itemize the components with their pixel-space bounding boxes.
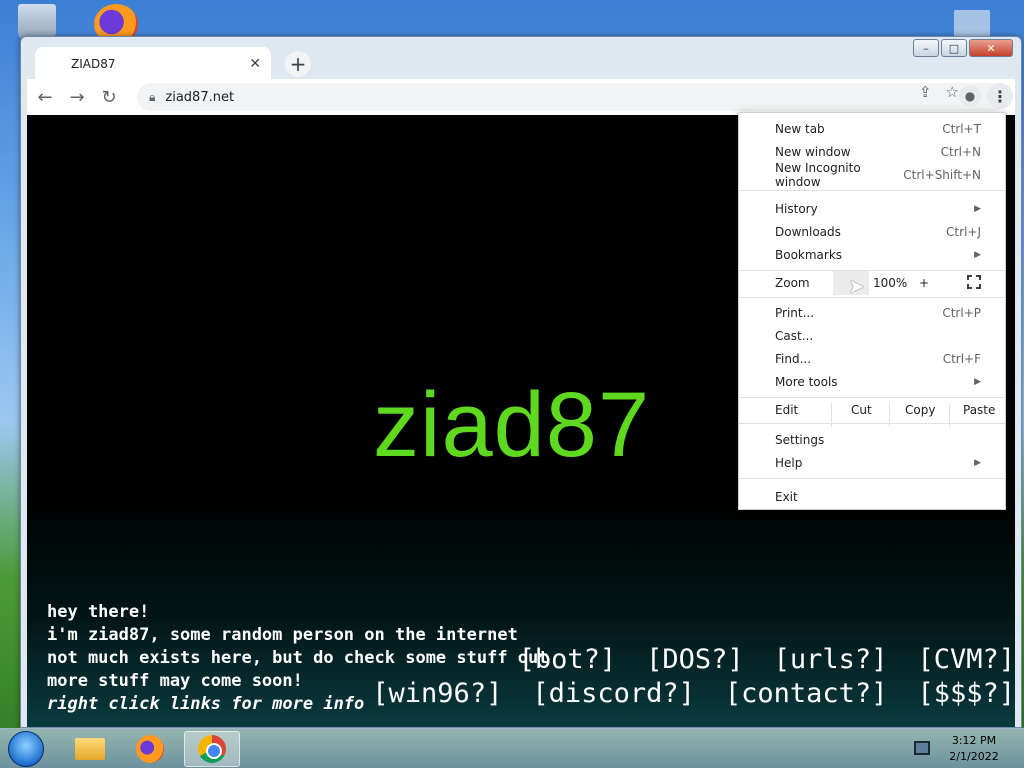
tab-ziad87[interactable]: ZIAD87 ✕ (35, 47, 271, 81)
link-urls[interactable]: [urls?] (774, 644, 888, 675)
submenu-arrow-icon: ▶ (974, 203, 981, 214)
network-icon[interactable] (914, 741, 930, 755)
omnibox-actions: ⇪ ☆ (919, 83, 959, 101)
reload-icon[interactable]: ↻ (95, 83, 123, 111)
copy-button[interactable]: Copy (905, 403, 935, 417)
menu-zoom-row: Zoom 100% + (739, 271, 1005, 295)
menu-separator (739, 397, 1005, 398)
share-icon[interactable]: ⇪ (919, 83, 932, 101)
link-contact[interactable]: [contact?] (725, 678, 888, 709)
site-logo: ziad87 (373, 374, 651, 476)
recycle-bin-icon[interactable] (18, 4, 56, 40)
minimize-button[interactable]: – (913, 39, 939, 57)
lock-icon[interactable]: 🔒︎ (149, 90, 155, 105)
menu-exit[interactable]: Exit (739, 485, 1005, 508)
menu-edit-row: Edit Cut Copy Paste (739, 399, 1005, 427)
menu-new-incognito[interactable]: New Incognito window Ctrl+Shift+N (739, 161, 1005, 189)
link-bot[interactable]: [bot?] (519, 644, 617, 675)
menu-new-tab[interactable]: New tab Ctrl+T (739, 117, 1005, 140)
intro-line: hey there! (47, 602, 150, 622)
fullscreen-icon[interactable] (966, 274, 982, 290)
link-money[interactable]: [$$$?] (917, 678, 1015, 709)
menu-print[interactable]: Print... Ctrl+P (739, 301, 1005, 324)
submenu-arrow-icon: ▶ (974, 457, 981, 468)
zoom-value: 100% (873, 276, 908, 290)
taskbar: 3:12 PM 2/1/2022 (0, 728, 1024, 768)
taskbar-chrome[interactable] (184, 731, 240, 767)
clock[interactable]: 3:12 PM 2/1/2022 (944, 733, 1004, 765)
taskbar-explorer[interactable] (62, 731, 118, 767)
menu-cast[interactable]: Cast... (739, 324, 1005, 347)
menu-separator (739, 478, 1005, 479)
link-grid: [bot?] [DOS?] [urls?] [CVM?] [win96?] [disco… (342, 643, 1015, 711)
address-bar[interactable]: 🔒︎ ziad87.net (137, 83, 1007, 111)
maximize-button[interactable]: □ (941, 39, 967, 57)
chrome-icon (198, 735, 226, 763)
menu-find[interactable]: Find... Ctrl+F (739, 347, 1005, 370)
link-discord[interactable]: [discord?] (532, 678, 695, 709)
menu-separator (739, 423, 1005, 424)
window-controls: – □ ✕ (913, 39, 1013, 57)
back-icon[interactable]: ← (31, 83, 59, 111)
menu-settings[interactable]: Settings (739, 428, 1005, 451)
close-window-button[interactable]: ✕ (969, 39, 1013, 57)
taskbar-firefox[interactable] (122, 731, 178, 767)
edit-label: Edit (775, 403, 799, 417)
zoom-in-button[interactable]: + (919, 276, 929, 290)
forward-icon[interactable]: → (63, 83, 91, 111)
link-win96[interactable]: [win96?] (372, 678, 502, 709)
start-button[interactable] (8, 731, 44, 767)
submenu-arrow-icon: ▶ (974, 249, 981, 260)
mouse-cursor-icon: ➤ (848, 274, 865, 298)
cut-button[interactable]: Cut (851, 403, 872, 417)
profile-icon[interactable]: ● (959, 85, 981, 107)
url-text[interactable]: ziad87.net (165, 90, 234, 105)
link-dos[interactable]: [DOS?] (646, 644, 744, 675)
chrome-menu-icon[interactable]: ⋮ (987, 83, 1013, 109)
chrome-menu: New tab Ctrl+T New window Ctrl+N New Incog… (738, 112, 1006, 510)
menu-bookmarks[interactable]: Bookmarks ▶ (739, 243, 1005, 266)
link-cvm[interactable]: [CVM?] (917, 644, 1015, 675)
zoom-label: Zoom (775, 276, 810, 290)
tab-title: ZIAD87 (71, 57, 116, 71)
browser-toolbar: ← → ↻ 🔒︎ ziad87.net ⇪ ☆ ● ⋮ (27, 79, 1015, 115)
folder-icon (75, 738, 105, 760)
menu-history[interactable]: History ▶ (739, 197, 1005, 220)
menu-separator (739, 297, 1005, 298)
menu-more-tools[interactable]: More tools ▶ (739, 370, 1005, 393)
clock-time: 3:12 PM (951, 734, 997, 747)
menu-separator (739, 190, 1005, 191)
tab-close-icon[interactable]: ✕ (249, 56, 261, 72)
menu-downloads[interactable]: Downloads Ctrl+J (739, 220, 1005, 243)
clock-date: 2/1/2022 (949, 750, 999, 763)
firefox-icon (136, 735, 164, 763)
menu-help[interactable]: Help ▶ (739, 451, 1005, 474)
bookmark-star-icon[interactable]: ☆ (946, 83, 959, 101)
submenu-arrow-icon: ▶ (974, 376, 981, 387)
new-tab-button[interactable]: + (285, 51, 311, 77)
paste-button[interactable]: Paste (963, 403, 995, 417)
